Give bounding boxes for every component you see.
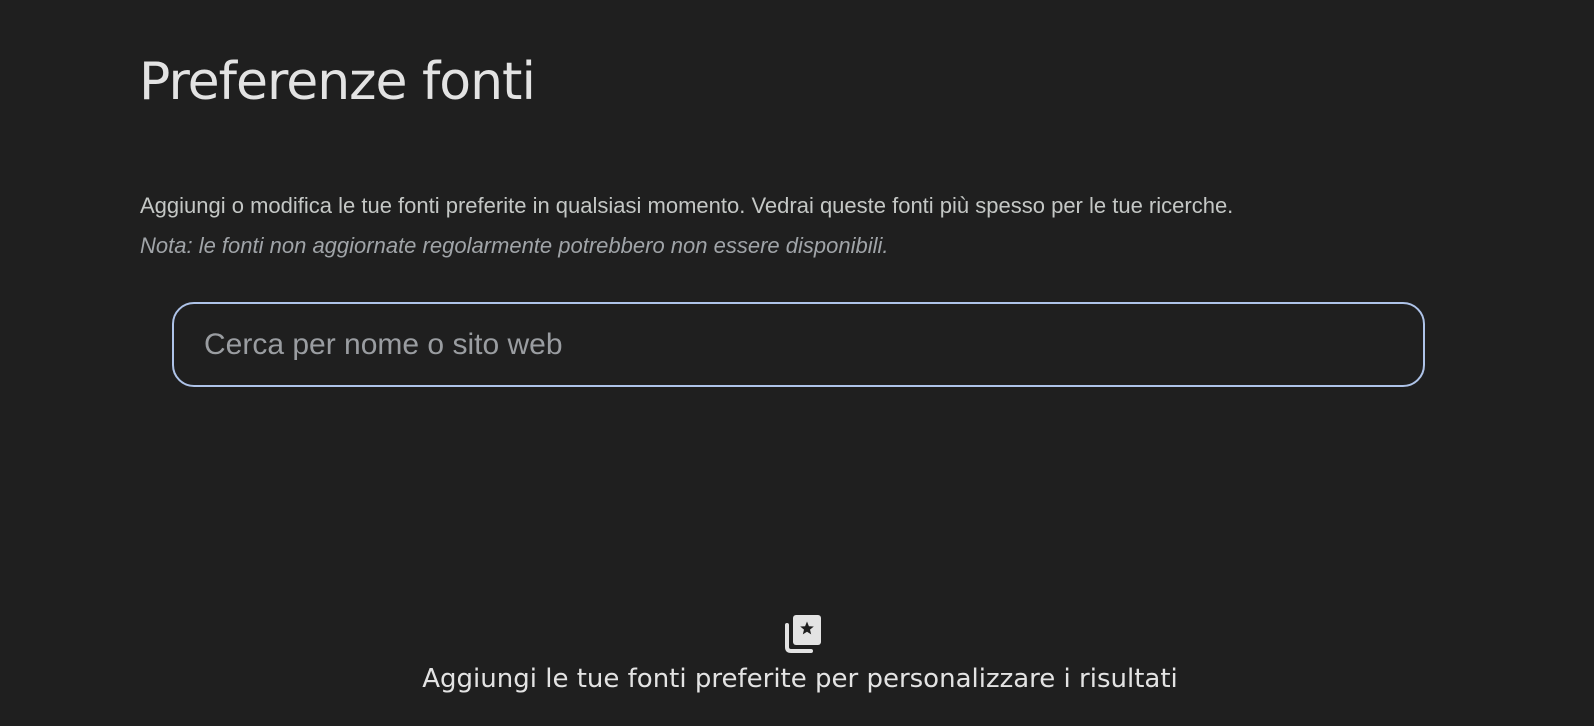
page-title: Preferenze fonti (139, 52, 536, 112)
empty-state-message: Aggiungi le tue fonti preferite per pers… (422, 664, 1178, 694)
star-collection-icon (785, 615, 821, 653)
intro-description: Aggiungi o modifica le tue fonti preferi… (140, 193, 1234, 218)
source-preferences-page: Preferenze fonti Aggiungi o modifica le … (0, 0, 1594, 726)
search-input[interactable] (204, 304, 1384, 385)
search-box[interactable] (172, 302, 1425, 387)
intro-note: Nota: le fonti non aggiornate regolarmen… (140, 233, 889, 258)
